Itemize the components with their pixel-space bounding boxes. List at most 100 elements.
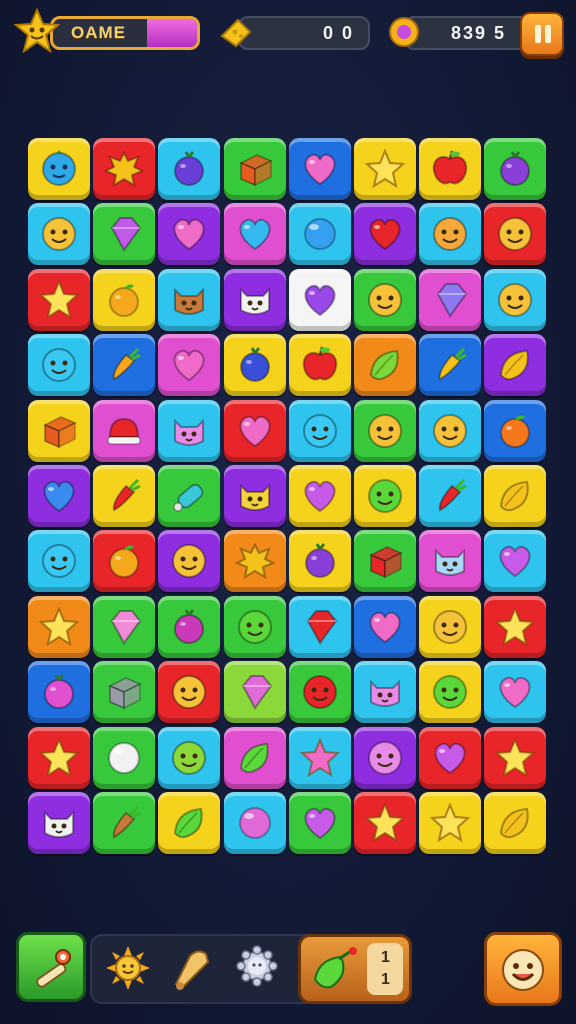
tile-leaf[interactable] — [158, 792, 221, 854]
tile-cube[interactable] — [28, 399, 90, 462]
tile-heart[interactable] — [288, 138, 351, 200]
tile-face[interactable] — [419, 399, 482, 462]
tile-leaf[interactable] — [484, 792, 547, 854]
tile-fruit[interactable] — [484, 399, 547, 462]
tile-heart[interactable] — [354, 203, 416, 266]
magic-wand-button[interactable] — [16, 932, 86, 1002]
tile-carrot[interactable] — [93, 792, 156, 854]
tile-face[interactable] — [419, 595, 482, 658]
tile-heart[interactable] — [354, 595, 416, 658]
tile-ball[interactable] — [93, 726, 156, 789]
tile-berry[interactable] — [223, 334, 286, 397]
tile-splat[interactable] — [223, 530, 286, 593]
tile-leaf[interactable] — [354, 334, 416, 397]
tile-heart[interactable] — [158, 334, 221, 397]
tile-cat[interactable] — [158, 268, 221, 331]
tile-star[interactable] — [354, 792, 416, 854]
tile-face[interactable] — [484, 203, 547, 266]
tile-cube[interactable] — [354, 530, 416, 593]
tile-face[interactable] — [223, 595, 286, 658]
sun-icon[interactable] — [104, 944, 152, 992]
tile-leaf[interactable] — [484, 465, 547, 527]
tile-heart[interactable] — [288, 465, 351, 527]
tile-cat[interactable] — [28, 792, 90, 854]
leaf-booster-button[interactable]: 1 1 — [298, 934, 412, 1004]
tile-gem[interactable] — [93, 203, 156, 266]
tile-carrot[interactable] — [93, 334, 156, 397]
tile-face[interactable] — [28, 530, 90, 593]
tile-star[interactable] — [484, 595, 547, 658]
tile-gem[interactable] — [419, 268, 482, 331]
tile-face[interactable] — [354, 268, 416, 331]
tile-face[interactable] — [158, 726, 221, 789]
tile-face[interactable] — [28, 203, 90, 266]
tile-cat[interactable] — [419, 530, 482, 593]
face-icon — [172, 675, 207, 710]
tile-heart[interactable] — [484, 661, 547, 724]
tile-face-blue[interactable] — [28, 138, 90, 200]
gear-icon[interactable] — [234, 944, 280, 992]
bell-icon[interactable] — [168, 944, 218, 992]
pause-button[interactable] — [520, 12, 564, 56]
tile-heart[interactable] — [484, 530, 547, 593]
tile-face[interactable] — [28, 334, 90, 397]
tile-berry[interactable] — [288, 530, 351, 593]
tile-apple[interactable] — [419, 138, 482, 200]
tile-heart[interactable] — [419, 726, 482, 789]
face-icon — [237, 609, 272, 644]
tile-gem[interactable] — [93, 595, 156, 658]
tile-berry[interactable] — [158, 595, 221, 658]
tile-leaf[interactable] — [484, 334, 547, 397]
tile-gem[interactable] — [223, 661, 286, 724]
tile-hat[interactable] — [93, 399, 156, 462]
tile-face[interactable] — [354, 726, 416, 789]
heart-icon — [239, 219, 271, 251]
tile-star[interactable] — [354, 138, 416, 200]
tile-heart[interactable] — [28, 465, 90, 527]
star-face-icon[interactable] — [14, 8, 60, 54]
tile-cat[interactable] — [223, 465, 286, 527]
tile-face[interactable] — [484, 268, 547, 331]
tile-cat[interactable] — [354, 661, 416, 724]
tile-heart[interactable] — [288, 792, 351, 854]
tile-heart[interactable] — [158, 203, 221, 266]
tile-star[interactable] — [28, 595, 90, 658]
tile-berry[interactable] — [484, 138, 547, 200]
ball-icon — [238, 807, 271, 839]
tile-face[interactable] — [354, 465, 416, 527]
tile-ball[interactable] — [288, 203, 351, 266]
tile-cat[interactable] — [223, 268, 286, 331]
tile-face[interactable] — [288, 399, 351, 462]
tile-gem[interactable] — [288, 595, 351, 658]
tile-ball[interactable] — [223, 792, 286, 854]
tile-heart[interactable] — [223, 203, 286, 266]
tile-star[interactable] — [288, 726, 351, 789]
tile-carrot[interactable] — [419, 465, 482, 527]
tile-carrot[interactable] — [419, 334, 482, 397]
smile-face-button[interactable] — [484, 932, 562, 1006]
tile-carrot[interactable] — [93, 465, 156, 527]
tile-cat[interactable] — [158, 399, 221, 462]
tile-face[interactable] — [419, 203, 482, 266]
tile-apple[interactable] — [288, 334, 351, 397]
tile-face[interactable] — [158, 530, 221, 593]
tile-berry[interactable] — [158, 138, 221, 200]
tile-heart[interactable] — [223, 399, 286, 462]
tile-face[interactable] — [158, 661, 221, 724]
tile-star[interactable] — [28, 268, 90, 331]
tile-cube[interactable] — [223, 138, 286, 200]
tile-heart[interactable] — [288, 268, 351, 331]
tile-bottle[interactable] — [158, 465, 221, 527]
tile-cube[interactable] — [93, 661, 156, 724]
tile-face[interactable] — [288, 661, 351, 724]
tile-fruit[interactable] — [93, 530, 156, 593]
tile-berry[interactable] — [28, 661, 90, 724]
tile-face[interactable] — [354, 399, 416, 462]
tile-splat[interactable] — [93, 138, 156, 200]
tile-face[interactable] — [419, 661, 482, 724]
tile-leaf[interactable] — [223, 726, 286, 789]
tile-star[interactable] — [419, 792, 482, 854]
tile-star[interactable] — [28, 726, 90, 789]
tile-fruit[interactable] — [93, 268, 156, 331]
tile-star[interactable] — [484, 726, 547, 789]
